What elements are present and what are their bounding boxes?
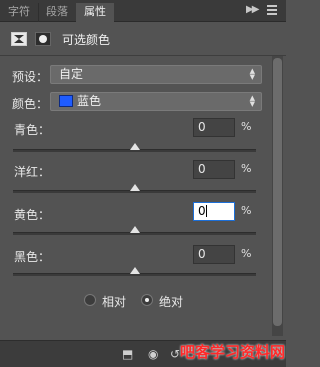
panel-tab-bar: 字符 段落 属性 ▶▶ [0,0,286,23]
properties-header: 可选颜色 [0,22,286,56]
yellow-unit: % [241,204,252,217]
dropdown-arrows-icon: ▲ ▼ [249,67,255,81]
double-chevron-right-icon[interactable]: ▶▶ [246,4,259,15]
black-slider-thumb[interactable] [130,267,140,274]
black-unit: % [241,247,252,260]
colors-dropdown[interactable]: 蓝色 ▲ ▼ [50,92,262,111]
visibility-eye-icon[interactable]: ◉ [148,347,158,361]
cyan-slider-thumb[interactable] [130,143,140,150]
mask-icon[interactable] [35,32,51,46]
relative-label[interactable]: 相对 [102,293,126,310]
magenta-label: 洋红： [14,165,51,179]
cyan-label: 青色： [14,123,51,137]
black-input[interactable]: 0 [193,245,235,264]
colors-label: 颜色： [12,97,49,111]
preset-value: 自定 [59,67,84,81]
dropdown-arrows-icon: ▲ ▼ [249,94,255,108]
relative-radio[interactable] [84,294,96,306]
magenta-unit: % [241,162,252,175]
black-label: 黑色： [14,250,51,264]
tab-character[interactable]: 字符 [0,3,39,22]
preset-dropdown[interactable]: 自定 ▲ ▼ [50,65,262,84]
yellow-label: 黄色： [14,208,51,222]
adjustment-title: 可选颜色 [62,33,111,47]
yellow-input[interactable]: 0 [193,202,235,221]
adjustment-icon[interactable] [11,32,27,46]
absolute-label[interactable]: 绝对 [159,293,183,310]
color-swatch [59,95,73,107]
cyan-input[interactable]: 0 [193,118,235,137]
absolute-radio[interactable] [141,294,153,306]
menu-icon[interactable] [267,5,277,16]
tab-properties[interactable]: 属性 [76,3,114,23]
preset-label: 预设： [12,70,49,84]
magenta-slider-thumb[interactable] [130,184,140,191]
colors-value: 蓝色 [77,94,102,108]
watermark-logo: 吧客学习资料网 [180,343,286,361]
scrollbar-thumb[interactable] [273,58,282,326]
magenta-input[interactable]: 0 [193,160,235,179]
reset-icon[interactable]: ↺ [170,347,180,361]
clip-to-layer-icon[interactable]: ⬒ [122,347,133,361]
tab-paragraph[interactable]: 段落 [38,3,77,22]
cyan-unit: % [241,120,252,133]
yellow-slider-thumb[interactable] [130,226,140,233]
